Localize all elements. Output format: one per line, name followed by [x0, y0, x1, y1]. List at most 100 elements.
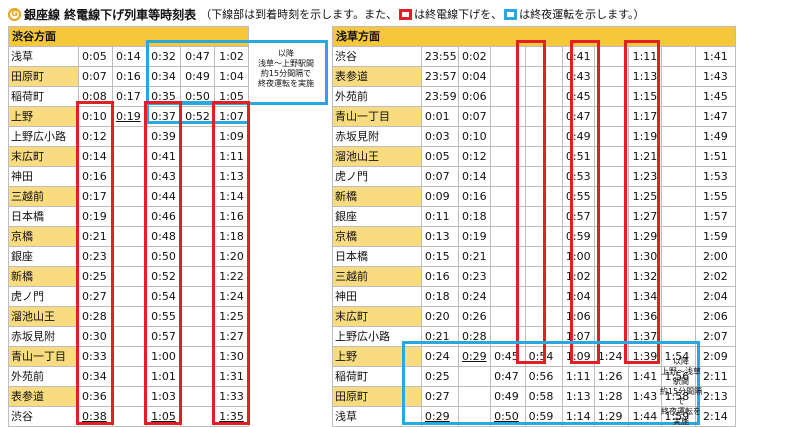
departure-time: [490, 206, 526, 227]
departure-time: 1:07: [561, 326, 595, 347]
departure-time: 0:54: [524, 346, 563, 367]
station-name: 虎ノ門: [8, 286, 79, 307]
time-value: 0:07: [424, 169, 450, 183]
note-spacer: [735, 367, 789, 387]
departure-time: 1:55: [695, 186, 736, 207]
station-name-text: 神田: [335, 289, 357, 303]
blank-cell: [249, 27, 323, 47]
time-value: 1:06: [565, 309, 591, 323]
station-name: 三越前: [8, 186, 79, 207]
time-value: 0:18: [424, 289, 450, 303]
departure-time: 0:16: [112, 66, 147, 87]
time-value: 2:00: [703, 249, 728, 263]
departure-time: 0:32: [146, 46, 181, 67]
time-value: 0:38: [82, 409, 107, 423]
note-spacer: [249, 167, 323, 187]
departure-time: [660, 86, 697, 107]
departure-time: [112, 366, 147, 387]
departure-time: [457, 406, 492, 427]
departure-time: 0:16: [457, 186, 492, 207]
time-value: 0:49: [185, 69, 210, 83]
departure-time: 0:10: [457, 126, 492, 147]
departure-time: 2:00: [695, 246, 736, 267]
time-value: 1:59: [703, 229, 728, 243]
departure-time: 0:45: [561, 86, 595, 107]
note-spacer: [735, 347, 789, 367]
departure-time: 0:52: [180, 106, 215, 127]
departure-time: 2:06: [695, 306, 736, 327]
time-value: 1:41: [632, 369, 658, 383]
station-name: 浅草: [8, 46, 79, 67]
departure-time: [112, 246, 147, 267]
departure-time: 1:00: [146, 346, 181, 367]
departure-time: [180, 406, 215, 427]
station-name-text: 渋谷: [11, 409, 33, 423]
departure-time: 0:14: [112, 46, 147, 67]
station-name: 溜池山王: [8, 306, 79, 327]
departure-time: 0:23: [457, 266, 492, 287]
departure-time: 0:07: [78, 66, 113, 87]
departure-time: [593, 126, 630, 147]
note-spacer: [249, 267, 323, 287]
departure-time: 1:27: [628, 206, 662, 227]
note-spacer: [735, 147, 789, 167]
departure-time: 0:19: [112, 106, 147, 127]
departure-time: 0:52: [146, 266, 181, 287]
time-value: 1:05: [219, 89, 244, 103]
note-spacer: [249, 87, 323, 107]
departure-time: 1:02: [561, 266, 595, 287]
blank-cell: [735, 27, 789, 47]
time-value: 1:27: [632, 209, 658, 223]
timetable-row: 赤坂見附 0:03 0:10 0:49 1:19 1:49: [332, 126, 790, 147]
time-value: 1:25: [219, 309, 244, 323]
time-value: 0:27: [424, 389, 450, 403]
departure-time: 1:59: [695, 226, 736, 247]
station-name-text: 三越前: [335, 269, 368, 283]
time-value: 0:21: [424, 329, 450, 343]
departure-time: 0:49: [180, 66, 215, 87]
departure-time: 1:25: [214, 306, 249, 327]
time-value: 0:58: [528, 389, 554, 403]
departure-time: [593, 326, 630, 347]
time-value: 1:23: [632, 169, 658, 183]
departure-time: [490, 66, 526, 87]
timetable-row: 神田 0:18 0:24 1:04 1:34 2:04: [332, 286, 790, 307]
departure-time: 1:39: [628, 346, 662, 367]
note-spacer: [735, 267, 789, 287]
departure-time: 1:25: [628, 186, 662, 207]
timetable-row: 京橋 0:13 0:19 0:59 1:29 1:59: [332, 226, 790, 247]
station-name: 京橋: [332, 226, 422, 247]
time-value: 1:29: [632, 229, 658, 243]
time-value: 0:02: [461, 49, 487, 63]
departure-time: 0:14: [78, 146, 113, 167]
departure-time: 0:59: [561, 226, 595, 247]
time-value: 2:11: [703, 369, 728, 383]
departure-time: 0:25: [78, 266, 113, 287]
departure-time: [112, 186, 147, 207]
time-value: 1:33: [219, 389, 244, 403]
departure-time: [180, 306, 215, 327]
departure-time: [180, 226, 215, 247]
station-name: 赤坂見附: [8, 326, 79, 347]
note-spacer: [249, 307, 323, 327]
note-spacer: [735, 107, 789, 127]
time-value: 1:32: [632, 269, 658, 283]
ginza-line-logo: G: [8, 7, 21, 21]
time-value: 23:55: [424, 49, 457, 63]
departure-time: 0:44: [146, 186, 181, 207]
time-value: 0:53: [565, 169, 591, 183]
station-name: 三越前: [332, 266, 422, 287]
departure-time: 1:41: [695, 46, 736, 67]
time-value: 0:12: [82, 129, 107, 143]
departure-time: 1:11: [561, 366, 595, 387]
overnight-note: 以降 浅草～上野駅間 約15分間隔で 終夜運転を実施: [258, 49, 314, 88]
departure-time: 0:03: [420, 126, 459, 147]
note-spacer: [735, 47, 789, 67]
departure-time: [112, 266, 147, 287]
station-name-text: 田原町: [11, 69, 44, 83]
departure-time: 1:29: [628, 226, 662, 247]
time-value: 0:57: [151, 329, 176, 343]
departure-time: [593, 166, 630, 187]
departure-time: 1:05: [146, 406, 181, 427]
departure-time: 0:41: [561, 46, 595, 67]
